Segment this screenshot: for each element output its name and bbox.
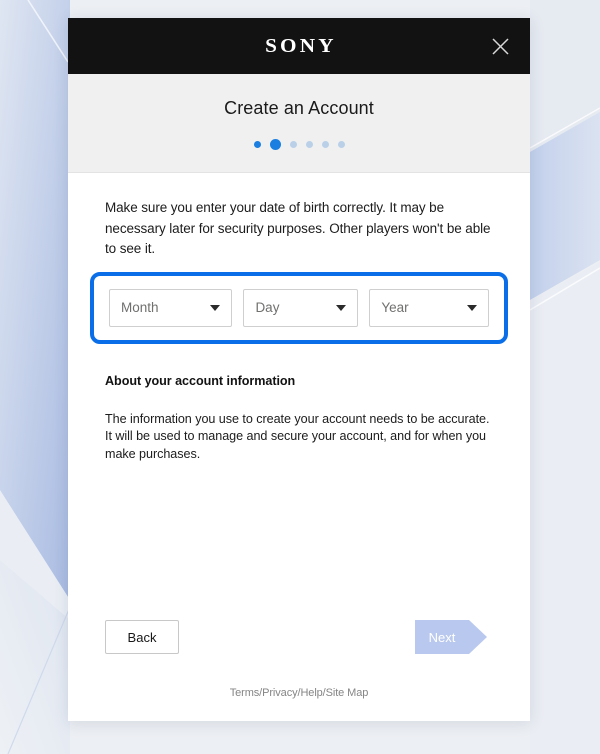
footer-links[interactable]: Terms/Privacy/Help/Site Map [230, 687, 369, 699]
modal-footer: Terms/Privacy/Help/Site Map [68, 681, 530, 721]
year-select-label: Year [381, 300, 409, 316]
create-account-modal: SONY Create an Account Make sure you ent… [68, 18, 530, 721]
about-section-body: The information you use to create your a… [105, 411, 500, 465]
step-dot-1 [253, 140, 261, 148]
step-progress-indicator [253, 138, 345, 150]
step-dot-6 [337, 140, 345, 148]
intro-text: Make sure you enter your date of birth c… [105, 200, 491, 257]
chevron-down-icon [336, 304, 347, 311]
modal-header-band: Create an Account [68, 74, 530, 173]
step-dot-3 [289, 140, 297, 148]
about-line-2: It will be used to manage and secure you… [105, 429, 486, 462]
action-button-row: Back Next [105, 619, 493, 655]
year-select[interactable]: Year [369, 288, 489, 327]
month-select[interactable]: Month [109, 288, 233, 327]
next-button[interactable]: Next [415, 620, 487, 654]
chevron-down-icon [210, 304, 221, 311]
about-line-1: The information you use to create your a… [105, 411, 490, 426]
sony-logo: SONY [264, 35, 337, 57]
date-of-birth-group: Month Day Year [90, 271, 508, 344]
step-dot-2 [269, 138, 281, 150]
back-button[interactable]: Back [105, 620, 179, 654]
day-select-label: Day [255, 300, 280, 316]
chevron-down-icon [467, 304, 477, 311]
modal-body: Make sure you enter your date of birth c… [68, 173, 530, 681]
close-icon[interactable] [482, 28, 518, 64]
page-title: Create an Account [224, 98, 374, 118]
modal-titlebar: SONY [68, 18, 530, 74]
about-section-heading: About your account information [105, 373, 296, 388]
month-select-label: Month [121, 300, 159, 316]
day-select[interactable]: Day [243, 288, 359, 327]
step-dot-4 [305, 140, 313, 148]
step-dot-5 [321, 140, 329, 148]
